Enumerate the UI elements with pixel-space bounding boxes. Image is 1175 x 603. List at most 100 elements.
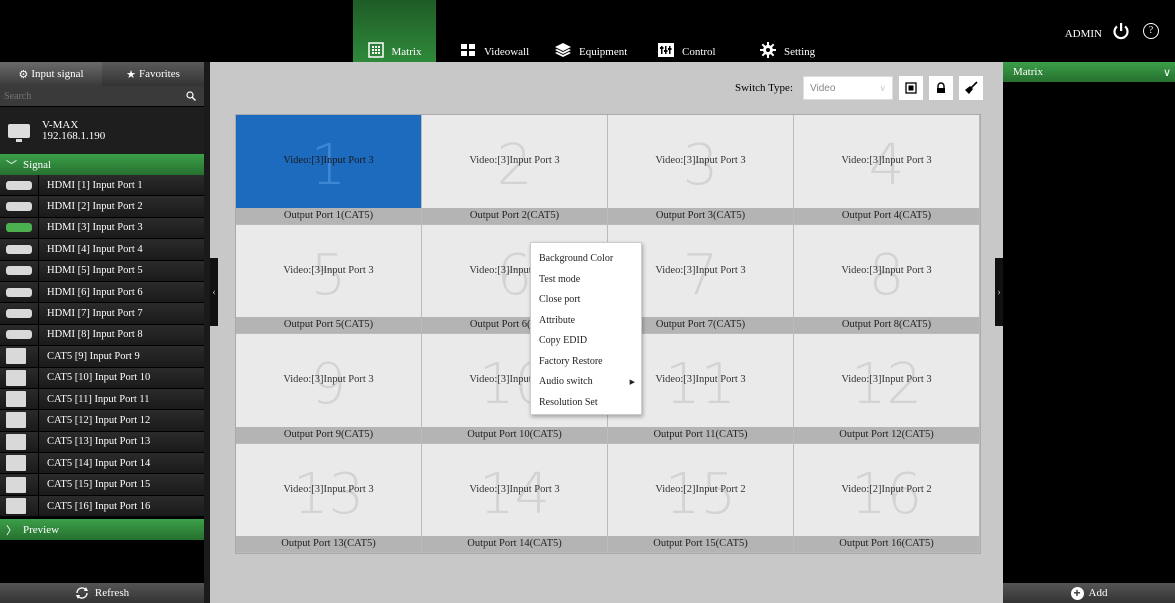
fullscreen-button[interactable] [899,76,923,100]
nav-setting[interactable]: Setting [760,0,815,62]
lock-button[interactable] [929,76,953,100]
search-input[interactable] [4,90,186,102]
signal-item[interactable]: HDMI [4] Input Port 4 [0,239,204,261]
output-cell[interactable]: 9 Video:[3]Input Port 3 Output Port 9(CAT5… [236,334,422,444]
signal-item[interactable]: HDMI [7] Input Port 7 [0,303,204,325]
preview-section-header[interactable]: 〉 Preview [0,519,204,541]
search-icon[interactable] [186,91,196,101]
divider [38,239,39,260]
switch-type-select[interactable]: Video ∨ [803,76,893,100]
output-cell[interactable]: 13 Video:[3]Input Port 3 Output Port 13(CA… [236,443,422,553]
signal-label: CAT5 [15] Input Port 15 [47,479,151,491]
tab-input-signal[interactable]: ⚙ Input signal [0,62,102,86]
signal-item[interactable]: HDMI [1] Input Port 1 [0,175,204,197]
output-cell[interactable]: 8 Video:[3]Input Port 3 Output Port 8(CAT5… [794,224,980,334]
signal-label: HDMI [5] Input Port 5 [47,265,143,277]
signal-item[interactable]: CAT5 [11] Input Port 11 [0,388,204,411]
add-button[interactable]: + Add [1003,583,1175,603]
tab-favorites[interactable]: ★ Favorites [102,62,204,86]
nav-matrix[interactable]: Matrix [353,0,436,62]
divider [38,175,39,196]
hdmi-port-icon [6,180,32,190]
output-cell[interactable]: 4 Video:[3]Input Port 3 Output Port 4(CAT5… [794,115,980,225]
output-cell[interactable]: 3 Video:[3]Input Port 3 Output Port 3(CAT5… [608,115,794,225]
hdmi-port-icon [6,330,32,340]
divider [38,303,39,324]
signal-label: HDMI [8] Input Port 8 [47,329,143,341]
refresh-button[interactable]: Refresh [0,583,204,603]
cell-video-source: Video:[3]Input Port 3 [283,374,374,385]
divider [38,495,39,517]
signal-item[interactable]: CAT5 [15] Input Port 15 [0,474,204,496]
cell-video-source: Video:[3]Input Port 3 [841,155,932,166]
signal-label: HDMI [3] Input Port 3 [47,222,143,234]
context-menu-item[interactable]: Close port [531,290,641,311]
signal-item[interactable]: CAT5 [14] Input Port 14 [0,453,204,475]
divider [38,346,39,367]
power-icon[interactable] [1112,22,1130,40]
context-menu-item[interactable]: Resolution Set [531,393,641,414]
chevron-down-icon: ﹀ [6,159,17,172]
signal-item[interactable]: HDMI [6] Input Port 6 [0,281,204,304]
divider [38,367,39,388]
context-menu-item[interactable]: Audio switch ▶ [531,372,641,393]
plus-icon: + [1070,586,1084,600]
output-cell[interactable]: 16 Video:[2]Input Port 2 Output Port 16(CA… [794,443,980,553]
clear-button[interactable] [959,76,983,100]
nav-equipment[interactable]: Equipment [555,0,627,62]
signal-section-label: Signal [23,158,52,171]
output-cell[interactable]: 2 Video:[3]Input Port 3 Output Port 2(CAT5… [422,115,608,225]
signal-item[interactable]: HDMI [2] Input Port 2 [0,196,204,218]
hdmi-port-icon [6,244,32,254]
hdmi-port-icon [6,309,32,319]
cell-output-port: Output Port 16(CAT5) [794,536,979,552]
cell-output-port: Output Port 2(CAT5) [422,207,607,224]
output-cell[interactable]: 15 Video:[2]Input Port 2 Output Port 15(CA… [608,443,794,553]
signal-item[interactable]: CAT5 [13] Input Port 13 [0,431,204,454]
signal-item[interactable]: CAT5 [16] Input Port 16 [0,495,204,518]
signal-section-header[interactable]: ﹀ Signal [0,154,204,175]
videowall-icon [461,44,475,56]
nav-videowall[interactable]: Videowall [460,0,529,62]
cat5-port-icon [6,433,26,450]
cat5-port-icon [6,498,26,515]
left-panel: ⚙ Input signal ★ Favorites V-MAX 192.168… [0,62,210,603]
signal-item[interactable]: HDMI [3] Input Port 3 [0,217,204,240]
signal-label: HDMI [4] Input Port 4 [47,243,143,255]
context-menu-label: Attribute [539,314,576,326]
tab-input-signal-label: Input signal [31,68,84,80]
nav-control[interactable]: Control [658,0,716,62]
grid-icon [367,42,384,58]
divider [38,196,39,217]
output-cell[interactable]: 5 Video:[3]Input Port 3 Output Port 5(CAT5… [236,224,422,334]
output-cell[interactable]: 14 Video:[3]Input Port 3 Output Port 14(CA… [422,443,608,553]
nav-matrix-label: Matrix [391,46,422,58]
context-menu-label: Close port [539,294,581,305]
matrix-section-header[interactable]: Matrix ∨ [1003,62,1175,82]
submenu-arrow-icon: ▶ [629,378,635,386]
hdmi-port-icon [6,287,32,297]
divider [38,453,39,474]
collapse-left-handle[interactable]: ‹ [210,258,218,326]
signal-item[interactable]: HDMI [5] Input Port 5 [0,260,204,282]
context-menu-item[interactable]: Factory Restore [531,352,641,373]
signal-item[interactable]: HDMI [8] Input Port 8 [0,324,204,347]
divider [38,431,39,453]
context-menu-item[interactable]: Test mode [531,270,641,291]
signal-item[interactable]: CAT5 [10] Input Port 10 [0,367,204,389]
context-menu-item[interactable]: Background Color [531,249,641,270]
context-menu-item[interactable]: Copy EDID [531,331,641,352]
chevron-right-icon: 〉 [6,524,17,537]
signal-label: HDMI [1] Input Port 1 [47,179,143,191]
signal-list: HDMI [1] Input Port 1 HDMI [2] Input Port… [0,175,204,518]
signal-item[interactable]: CAT5 [9] Input Port 9 [0,346,204,368]
add-label: Add [1088,587,1108,599]
help-icon[interactable]: ? [1143,23,1159,39]
context-menu-item[interactable]: Attribute [531,311,641,332]
context-menu-label: Resolution Set [539,396,598,408]
collapse-right-handle[interactable]: › [995,258,1003,326]
signal-item[interactable]: CAT5 [12] Input Port 12 [0,410,204,432]
device-item[interactable]: V-MAX 192.168.1.190 [0,107,204,154]
output-cell[interactable]: 1 Video:[3]Input Port 3 Output Port 1(CAT5… [236,115,422,225]
output-cell[interactable]: 12 Video:[3]Input Port 3 Output Port 12(CA… [794,334,980,444]
